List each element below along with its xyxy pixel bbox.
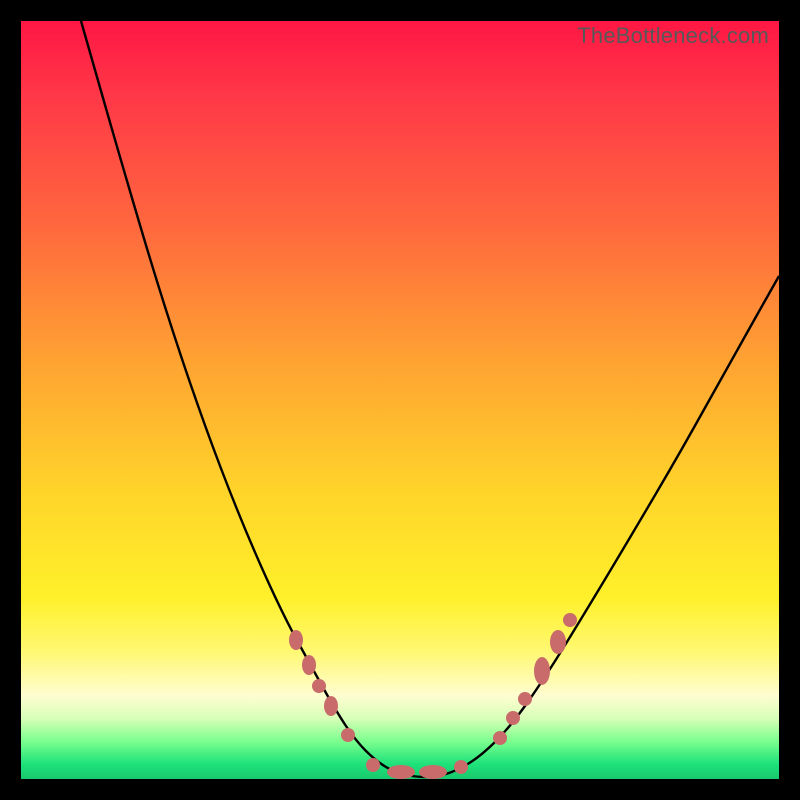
curve-marker xyxy=(312,679,326,693)
curve-layer xyxy=(21,21,779,779)
chart-frame: TheBottleneck.com xyxy=(0,0,800,800)
curve-marker xyxy=(518,692,532,706)
curve-marker xyxy=(341,728,355,742)
curve-marker xyxy=(324,696,338,716)
curve-marker xyxy=(534,657,550,685)
curve-marker xyxy=(506,711,520,725)
curve-marker xyxy=(302,655,316,675)
curve-marker xyxy=(387,765,415,779)
curve-marker xyxy=(366,758,380,772)
curve-marker xyxy=(454,760,468,774)
bottleneck-curve xyxy=(81,21,779,777)
plot-area: TheBottleneck.com xyxy=(21,21,779,779)
curve-markers xyxy=(289,613,577,779)
curve-marker xyxy=(550,630,566,654)
curve-marker xyxy=(493,731,507,745)
curve-marker xyxy=(289,630,303,650)
curve-marker xyxy=(563,613,577,627)
curve-marker xyxy=(419,765,447,779)
